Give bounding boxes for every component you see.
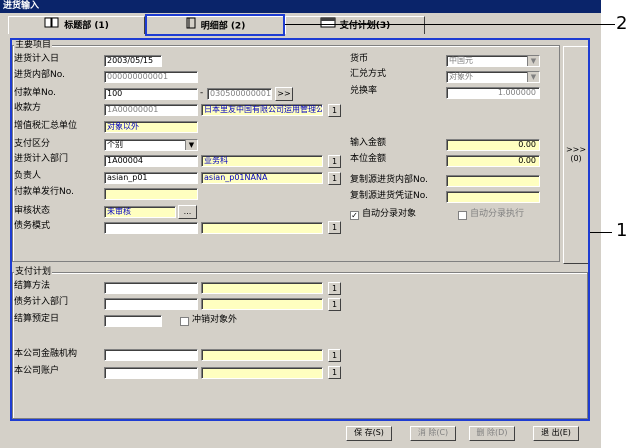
delete-button[interactable]: 删 除(D) xyxy=(469,426,515,441)
callout-2: 2 xyxy=(616,13,628,34)
callout-1: 1 xyxy=(616,220,628,241)
clear-button[interactable]: 消 除(C) xyxy=(410,426,456,441)
callout-line-2 xyxy=(285,24,615,25)
tab-payment-plan-label: 支付计划(3) xyxy=(339,21,391,31)
exit-button[interactable]: 退 出(E) xyxy=(533,426,579,441)
tab-payment-plan[interactable]: 支付计划(3) xyxy=(285,16,425,34)
callout-line-1 xyxy=(590,232,612,233)
window-icon xyxy=(320,17,336,34)
tab-header-label: 标题部 (1) xyxy=(64,21,109,31)
tab-header[interactable]: 标题部 (1) xyxy=(8,16,145,34)
active-tab-highlight xyxy=(145,14,285,36)
window-title: 进货输入 xyxy=(0,0,601,13)
book-icon xyxy=(44,17,60,34)
panel-highlight xyxy=(10,38,590,421)
save-button[interactable]: 保 存(S) xyxy=(346,426,392,441)
